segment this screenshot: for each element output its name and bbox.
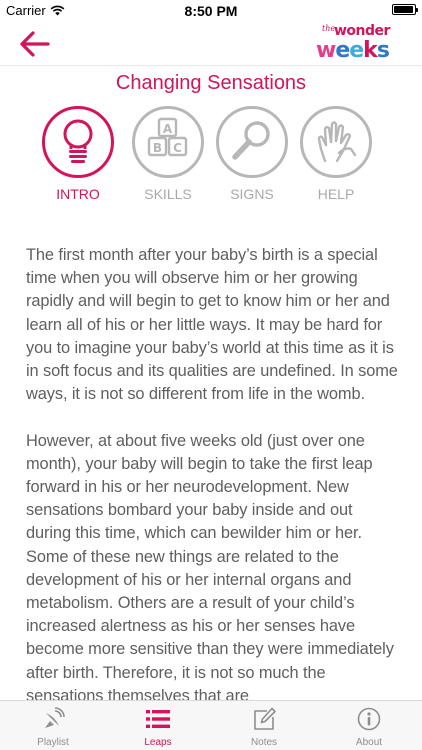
svg-text:A: A — [163, 122, 173, 136]
helping-hand-icon — [317, 121, 357, 163]
info-icon — [357, 707, 381, 731]
wonder-weeks-logo: the wonder weeks — [312, 23, 404, 64]
back-button[interactable] — [18, 30, 52, 58]
leap-tabs: INTRO A B C SKILLS SIGNS HELP — [0, 106, 422, 206]
page-title: Changing Sensations — [115, 72, 307, 94]
tab-bar-playlist-label: Playlist — [37, 737, 69, 748]
tab-skills[interactable]: A B C SKILLS — [128, 106, 208, 206]
tab-signs[interactable]: SIGNS — [212, 106, 292, 206]
tab-bar-leaps[interactable]: Leaps — [105, 701, 211, 750]
content-paragraph: However, at about five weeks old (just o… — [26, 431, 394, 700]
back-arrow-icon — [20, 31, 50, 57]
nav-bar: the wonder weeks — [0, 22, 422, 66]
pencil-note-icon — [254, 707, 276, 730]
svg-text:B: B — [153, 141, 162, 155]
tab-signs-label: SIGNS — [230, 186, 274, 202]
playlist-satellite-icon — [45, 707, 65, 728]
tab-bar-leaps-label: Leaps — [144, 737, 172, 748]
tab-bar-notes-label: Notes — [250, 737, 278, 748]
status-bar: Carrier 8:50 PM — [0, 0, 422, 22]
tab-bar-notes[interactable]: Notes — [211, 701, 317, 750]
logo-weeks: weeks — [316, 38, 390, 63]
list-icon — [146, 710, 170, 728]
tab-bar-about[interactable]: About — [316, 701, 422, 750]
tab-help-label: HELP — [317, 186, 355, 202]
content-paragraph: The first month after your baby’s birth … — [26, 246, 398, 404]
tab-intro[interactable]: INTRO — [38, 106, 118, 206]
tab-intro-circle — [42, 106, 114, 178]
tab-bar-about-label: About — [355, 737, 383, 748]
svg-text:C: C — [173, 141, 182, 155]
logo-wonder: wonder — [334, 23, 390, 39]
lightbulb-icon — [63, 119, 93, 163]
tab-skills-circle: A B C — [132, 106, 204, 178]
tab-intro-label: INTRO — [56, 186, 100, 202]
bottom-tab-bar: Playlist Leaps Notes About — [0, 700, 422, 750]
tab-help[interactable]: HELP — [296, 106, 376, 206]
battery-icon — [392, 4, 418, 15]
status-right — [392, 4, 418, 15]
tab-bar-playlist[interactable]: Playlist — [0, 701, 106, 750]
tab-skills-label: SKILLS — [144, 186, 192, 202]
tab-signs-circle — [216, 106, 288, 178]
abc-blocks-icon: A B C — [147, 117, 188, 157]
intro-content[interactable]: The first month after your baby’s birth … — [26, 244, 400, 700]
tab-help-circle — [300, 106, 372, 178]
magnifier-icon — [232, 121, 270, 160]
status-time: 8:50 PM — [184, 3, 238, 19]
